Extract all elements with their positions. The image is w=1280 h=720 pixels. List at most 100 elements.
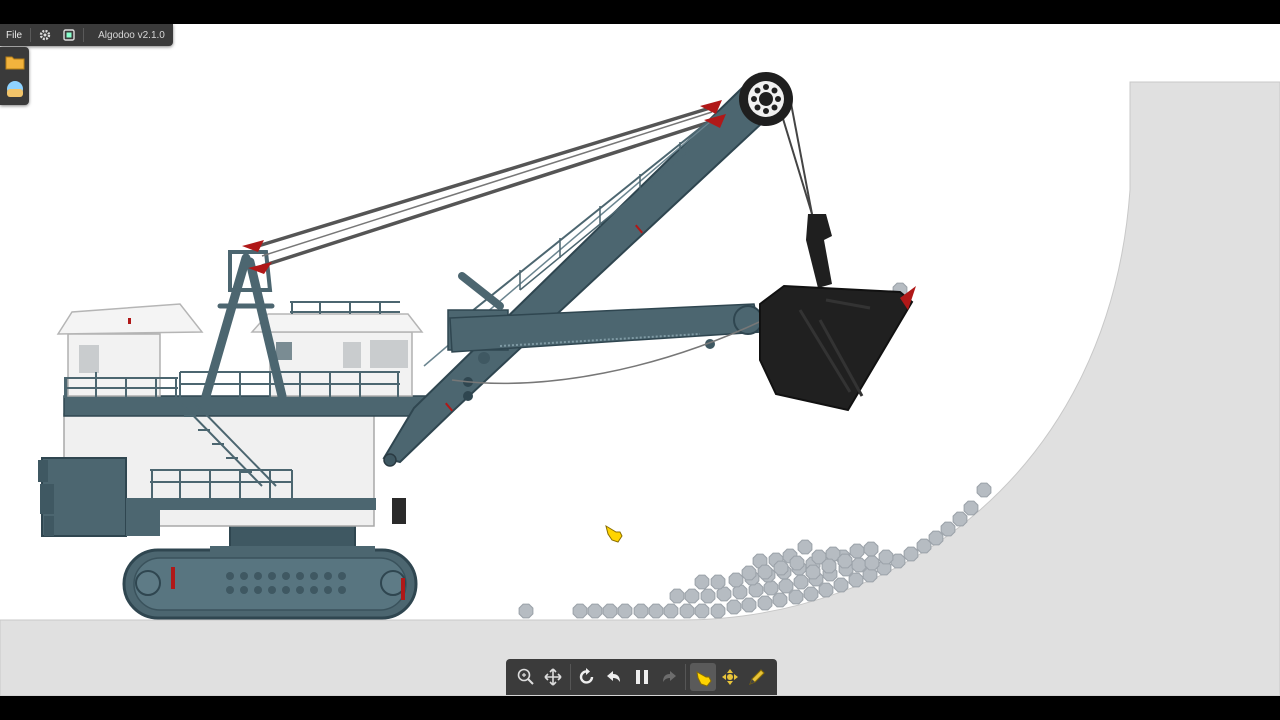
rock bbox=[963, 500, 979, 516]
turntable bbox=[210, 523, 375, 554]
sheave-hole bbox=[754, 87, 761, 94]
rock bbox=[602, 603, 618, 619]
track-hole bbox=[254, 572, 262, 580]
pause-icon[interactable] bbox=[629, 663, 654, 691]
track-hole bbox=[282, 586, 290, 594]
simulation-toolbar bbox=[506, 659, 777, 695]
rock bbox=[617, 603, 633, 619]
rock bbox=[788, 589, 804, 605]
rock bbox=[863, 541, 879, 557]
sheave-hole bbox=[775, 96, 781, 102]
folder-icon[interactable] bbox=[4, 51, 26, 73]
side-panel bbox=[0, 47, 29, 105]
pan-move-icon[interactable] bbox=[540, 663, 565, 691]
gear-icon[interactable] bbox=[33, 24, 57, 46]
rock bbox=[805, 564, 821, 580]
track-hole bbox=[268, 586, 276, 594]
redo-icon[interactable] bbox=[656, 663, 681, 691]
app-menubar: File Algodoo v2.1.0 bbox=[0, 24, 173, 46]
simulation-canvas[interactable] bbox=[0, 24, 1280, 696]
rock bbox=[803, 586, 819, 602]
hand-drag-icon[interactable] bbox=[690, 663, 716, 691]
rock bbox=[757, 595, 773, 611]
rock bbox=[741, 565, 757, 581]
rock bbox=[726, 599, 742, 615]
sheave-hole bbox=[754, 104, 761, 111]
rock bbox=[710, 603, 726, 619]
sheave-hole bbox=[751, 96, 757, 102]
rock bbox=[741, 597, 757, 613]
track-hole bbox=[226, 586, 234, 594]
rock bbox=[848, 572, 864, 588]
rock bbox=[940, 521, 956, 537]
rock bbox=[633, 603, 649, 619]
rock bbox=[878, 549, 894, 565]
track-hole bbox=[240, 572, 248, 580]
sheave-hole bbox=[763, 108, 769, 114]
rock bbox=[778, 578, 794, 594]
app-title: Algodoo v2.1.0 bbox=[98, 29, 165, 41]
menu-divider bbox=[30, 28, 32, 42]
rock bbox=[789, 555, 805, 571]
rock bbox=[669, 588, 685, 604]
rock bbox=[518, 603, 534, 619]
rock bbox=[772, 592, 788, 608]
track-hole bbox=[324, 572, 332, 580]
toolbar-divider bbox=[685, 664, 687, 690]
rock bbox=[793, 574, 809, 590]
rock bbox=[821, 558, 837, 574]
rock bbox=[700, 588, 716, 604]
track-hole bbox=[282, 572, 290, 580]
rock bbox=[903, 546, 919, 562]
track-hole bbox=[240, 586, 248, 594]
track-hole bbox=[324, 586, 332, 594]
track-hole bbox=[310, 586, 318, 594]
rock bbox=[837, 553, 853, 569]
boom-sheave bbox=[739, 72, 793, 126]
rock bbox=[976, 482, 992, 498]
rock bbox=[694, 574, 710, 590]
rock bbox=[728, 572, 744, 588]
rock bbox=[757, 564, 773, 580]
rock bbox=[773, 560, 789, 576]
rock bbox=[864, 555, 880, 571]
rock bbox=[684, 588, 700, 604]
track-hole bbox=[338, 586, 346, 594]
rock bbox=[572, 603, 588, 619]
rock bbox=[952, 511, 968, 527]
file-menu[interactable]: File bbox=[0, 24, 28, 46]
undo-icon[interactable] bbox=[602, 663, 627, 691]
rock bbox=[648, 603, 664, 619]
sheave-hole bbox=[771, 87, 778, 94]
track-hole bbox=[296, 572, 304, 580]
track-hole bbox=[296, 586, 304, 594]
rock bbox=[818, 582, 834, 598]
track-hole bbox=[268, 572, 276, 580]
rock bbox=[928, 530, 944, 546]
rock bbox=[763, 580, 779, 596]
rock bbox=[833, 577, 849, 593]
reset-icon[interactable] bbox=[574, 663, 599, 691]
move-tool-icon[interactable] bbox=[718, 663, 743, 691]
toolbar-divider bbox=[569, 664, 571, 690]
rock bbox=[851, 557, 867, 573]
scene-preview-icon[interactable] bbox=[4, 78, 26, 100]
track-hole bbox=[310, 572, 318, 580]
track-hole bbox=[226, 572, 234, 580]
rock bbox=[663, 603, 679, 619]
rock bbox=[694, 603, 710, 619]
sketch-pencil-icon[interactable] bbox=[745, 663, 770, 691]
crawler-track bbox=[122, 548, 418, 620]
zoom-icon[interactable] bbox=[513, 663, 538, 691]
rock bbox=[587, 603, 603, 619]
letterbox-top bbox=[0, 0, 1280, 24]
window-icon[interactable] bbox=[57, 24, 81, 46]
rock bbox=[679, 603, 695, 619]
track-hole bbox=[338, 572, 346, 580]
menu-divider bbox=[83, 28, 85, 42]
rock bbox=[849, 543, 865, 559]
sheave-hole bbox=[771, 104, 778, 111]
sheave-hole bbox=[763, 84, 769, 90]
track-hole bbox=[254, 586, 262, 594]
letterbox-bottom bbox=[0, 696, 1280, 720]
